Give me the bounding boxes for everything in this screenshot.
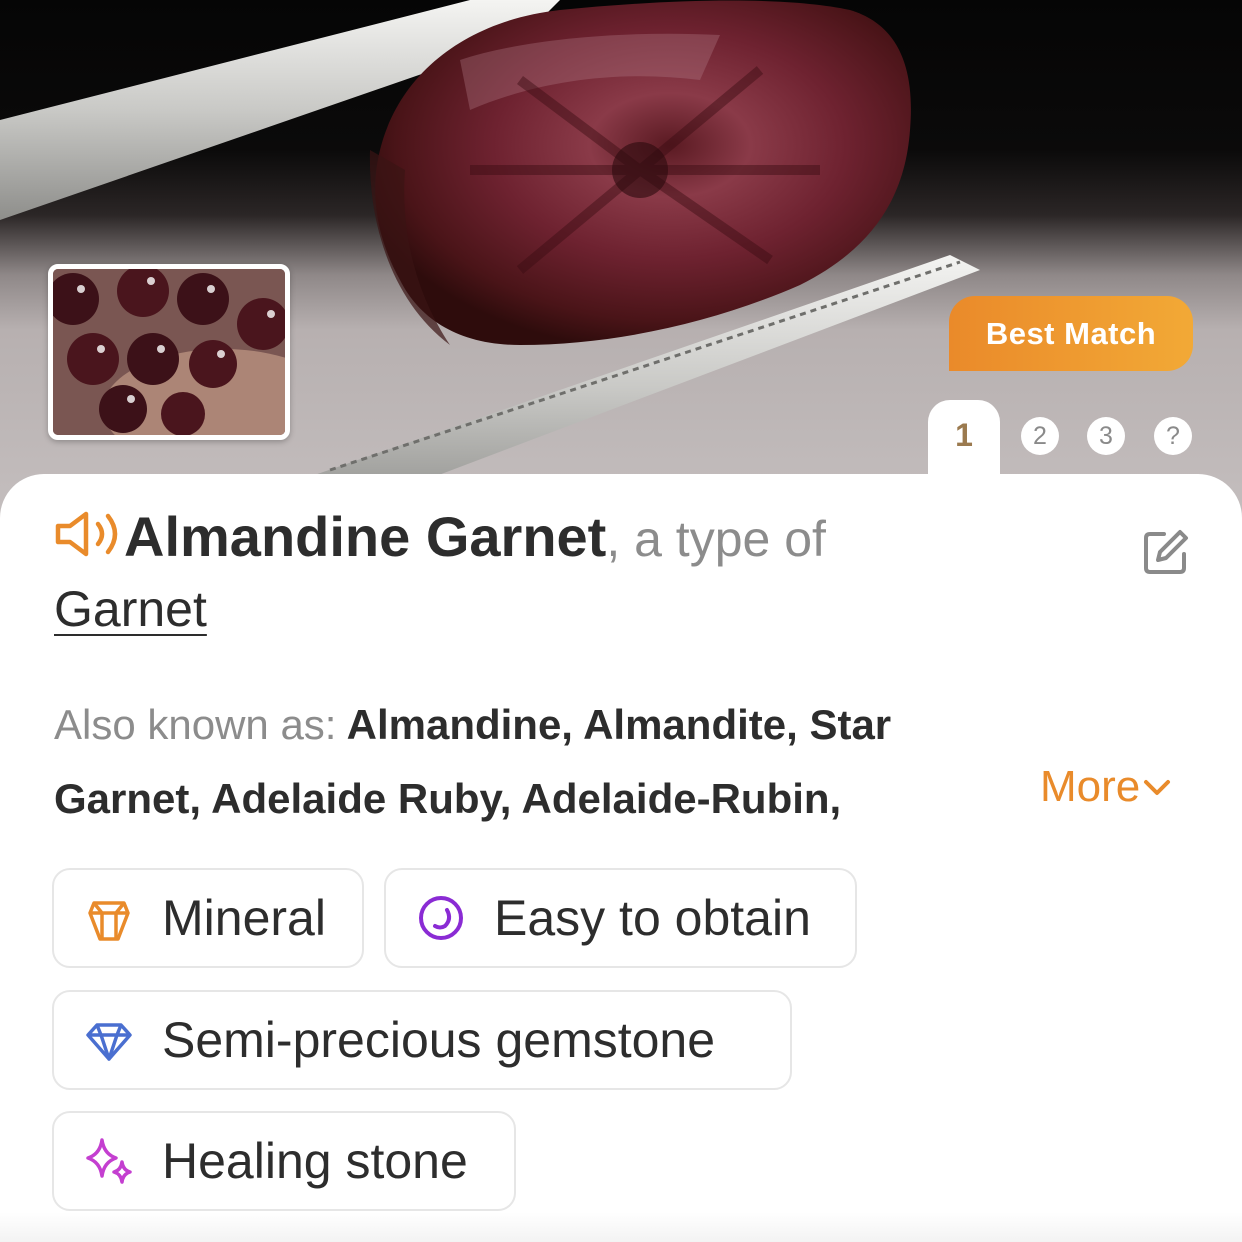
speaker-icon[interactable] bbox=[54, 510, 124, 558]
more-label: More bbox=[1040, 762, 1141, 811]
result-tab-1[interactable]: 1 bbox=[928, 400, 1000, 480]
tag-semi-precious-gemstone[interactable]: Semi-precious gemstone bbox=[52, 990, 792, 1090]
parent-species-link[interactable]: Garnet bbox=[54, 580, 207, 638]
species-name: Almandine Garnet bbox=[124, 505, 607, 568]
availability-ring-icon bbox=[419, 896, 463, 940]
tag-easy-to-obtain[interactable]: Easy to obtain bbox=[384, 868, 857, 968]
tag-label: Healing stone bbox=[162, 1133, 468, 1189]
edit-icon[interactable] bbox=[1142, 528, 1190, 576]
tag-label: Semi-precious gemstone bbox=[162, 1012, 716, 1068]
hero-photo[interactable]: Best Match 1 2 3 ? bbox=[0, 0, 1242, 520]
more-names-button[interactable]: More bbox=[1040, 762, 1174, 812]
result-tab-3[interactable]: 3 bbox=[1087, 417, 1125, 455]
also-known-as: Also known as: Almandine, Almandite, Sta… bbox=[54, 688, 1034, 836]
result-pager: 1 2 3 ? bbox=[0, 400, 1242, 480]
bottom-fade bbox=[0, 1212, 1242, 1242]
tag-healing-stone[interactable]: Healing stone bbox=[52, 1111, 516, 1211]
tag-label: Easy to obtain bbox=[494, 890, 811, 946]
result-title: Almandine Garnet, a type of bbox=[54, 502, 1054, 587]
also-known-as-label: Also known as: bbox=[54, 701, 337, 748]
type-of-text: , a type of bbox=[606, 511, 826, 567]
result-tab-unknown[interactable]: ? bbox=[1154, 417, 1192, 455]
result-tab-2[interactable]: 2 bbox=[1021, 417, 1059, 455]
chevron-down-icon bbox=[1144, 780, 1171, 795]
sparkles-icon bbox=[86, 1138, 132, 1184]
tag-mineral[interactable]: Mineral bbox=[52, 868, 364, 968]
crystal-icon bbox=[88, 901, 130, 941]
best-match-badge: Best Match bbox=[949, 296, 1193, 371]
diamond-icon bbox=[86, 1023, 132, 1061]
tag-label: Mineral bbox=[162, 890, 326, 946]
